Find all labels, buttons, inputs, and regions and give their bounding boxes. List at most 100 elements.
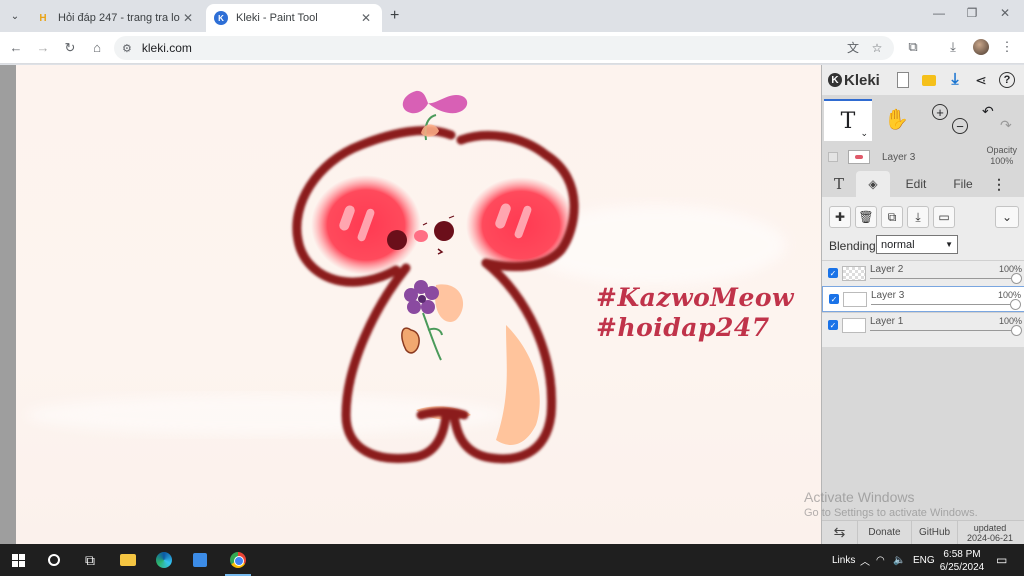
bookmark-star-icon[interactable]: ☆ xyxy=(868,40,886,56)
task-view-button[interactable]: ⧉ xyxy=(72,544,108,576)
text-tool-button[interactable]: T ⌄ xyxy=(824,99,872,141)
close-window-icon[interactable]: ✕ xyxy=(988,6,1022,20)
duplicate-icon: ⧉ xyxy=(887,209,897,224)
redo-icon[interactable]: ↷ xyxy=(1000,117,1012,134)
github-link[interactable]: GitHub xyxy=(912,520,958,545)
notifications-icon[interactable]: ▭ xyxy=(996,544,1007,576)
layer-thumbnail xyxy=(842,318,866,333)
layer-thumbnail xyxy=(842,266,866,281)
watermark-subtitle: Go to Settings to activate Windows. xyxy=(804,507,978,519)
panel-tabs: T ◈ Edit File ⋮ xyxy=(822,171,1024,197)
network-icon[interactable]: ◠ xyxy=(876,544,885,576)
canvas-viewport[interactable]: #KazwoMeow #hoidap247 xyxy=(0,65,821,544)
updated-info[interactable]: updated 2024-06-21 xyxy=(958,521,1022,545)
reload-icon[interactable]: ↻ xyxy=(61,39,79,57)
undo-icon[interactable]: ↶ xyxy=(982,103,994,120)
download-icon: ⤓ xyxy=(951,71,959,88)
restore-icon[interactable]: ❐ xyxy=(955,6,989,20)
hashtag-text: #KazwoMeow #hoidap247 xyxy=(596,283,794,343)
save-image-button[interactable]: ⤓ xyxy=(942,65,968,95)
start-button[interactable] xyxy=(0,544,36,576)
address-bar[interactable]: ⚙ kleki.com 文 ☆ xyxy=(114,36,894,60)
kleki-logo-text: Kleki xyxy=(844,71,880,89)
tab-text-tool[interactable]: T xyxy=(822,171,856,197)
open-image-button[interactable] xyxy=(916,65,942,95)
new-image-button[interactable] xyxy=(890,65,916,95)
panel-header: K Kleki ⤓ ⋖ ? xyxy=(822,65,1024,95)
blending-select[interactable]: normal ▼ xyxy=(876,235,958,254)
layer-opacity-track[interactable] xyxy=(871,304,1016,305)
layer-visibility-checkbox[interactable]: ✓ xyxy=(828,320,838,330)
layer-opacity-slider[interactable] xyxy=(1010,299,1021,310)
merge-down-icon: ⤓ xyxy=(915,209,921,224)
zoom-out-icon[interactable]: − xyxy=(952,118,968,134)
volume-icon[interactable]: 🔈 xyxy=(893,544,905,576)
zoom-in-icon[interactable]: + xyxy=(932,104,948,120)
search-button[interactable] xyxy=(36,544,72,576)
layer-visibility-checkbox[interactable]: ✓ xyxy=(828,268,838,278)
tab-close-icon[interactable]: ✕ xyxy=(358,11,374,25)
layer-opacity-track[interactable] xyxy=(870,278,1017,279)
chevron-down-icon[interactable]: ⌄ xyxy=(860,128,868,139)
extensions-icon[interactable]: ⧉ xyxy=(904,39,922,55)
downloads-icon[interactable]: ⤓ xyxy=(944,39,962,55)
hand-tool-icon[interactable]: ✋ xyxy=(884,107,909,132)
tab-hoidap247[interactable]: H Hỏi đáp 247 - trang tra loi ✕ xyxy=(28,4,204,32)
tray-overflow-icon[interactable]: ︿ xyxy=(860,544,870,576)
layer-opacity-track[interactable] xyxy=(870,330,1017,331)
home-icon[interactable]: ⌂ xyxy=(88,39,106,57)
share-button[interactable]: ⋖ xyxy=(968,65,994,95)
swap-side-icon[interactable]: ⇆ xyxy=(822,520,858,545)
rename-layer-button[interactable]: ▭ xyxy=(933,206,955,228)
menu-kebab-icon[interactable]: ⋮ xyxy=(998,39,1016,55)
donate-link[interactable]: Donate xyxy=(858,520,912,545)
merge-layer-button[interactable]: ⤓ xyxy=(907,206,929,228)
opacity-label: Opacity xyxy=(986,145,1017,155)
site-info-icon[interactable]: ⚙ xyxy=(122,42,132,55)
tab-edit[interactable]: Edit xyxy=(890,171,942,197)
edge-button[interactable] xyxy=(146,544,182,576)
profile-avatar[interactable] xyxy=(973,39,989,55)
kleki-logo[interactable]: K Kleki xyxy=(822,72,890,89)
kleki-logo-icon: K xyxy=(828,73,842,87)
browser-tabstrip: ⌄ H Hỏi đáp 247 - trang tra loi ✕ K Klek… xyxy=(0,0,1024,32)
chrome-button[interactable] xyxy=(220,544,256,576)
windows-logo-icon xyxy=(11,553,25,567)
task-view-icon: ⧉ xyxy=(85,551,95,568)
back-icon[interactable]: ← xyxy=(7,39,25,57)
tab-kleki[interactable]: K Kleki - Paint Tool ✕ xyxy=(206,4,382,32)
rename-icon: ▭ xyxy=(938,210,950,224)
minimize-icon[interactable]: — xyxy=(922,6,956,20)
layer-name: Layer 3 xyxy=(871,290,905,301)
tab-close-icon[interactable]: ✕ xyxy=(180,11,196,25)
links-toolbar[interactable]: Links xyxy=(832,544,855,576)
delete-layer-button[interactable]: 🗑 xyxy=(855,206,877,228)
layer-row-layer-2[interactable]: ✓ Layer 2 100% xyxy=(822,260,1024,286)
file-explorer-button[interactable] xyxy=(110,544,146,576)
more-options-icon[interactable]: ⋮ xyxy=(984,171,1014,197)
add-layer-button[interactable]: ✚ xyxy=(829,206,851,228)
layer-dropdown-button[interactable]: ⌄ xyxy=(995,206,1019,228)
new-tab-icon[interactable]: + xyxy=(390,7,399,25)
layers-icon: ◈ xyxy=(868,177,878,191)
layer-row-layer-1[interactable]: ✓ Layer 1 100% xyxy=(822,312,1024,338)
blending-label: Blending xyxy=(829,239,876,253)
tab-search-chevron-icon[interactable]: ⌄ xyxy=(6,7,24,25)
hoidap-favicon-icon: H xyxy=(39,12,47,24)
layer-opacity-slider[interactable] xyxy=(1011,325,1022,336)
forward-icon[interactable]: → xyxy=(34,39,52,57)
help-button[interactable]: ? xyxy=(994,65,1020,95)
tab-file[interactable]: File xyxy=(942,171,984,197)
language-indicator[interactable]: ENG xyxy=(913,544,935,576)
drawing-canvas[interactable]: #KazwoMeow #hoidap247 xyxy=(16,65,821,544)
duplicate-layer-button[interactable]: ⧉ xyxy=(881,206,903,228)
layer-opacity-slider[interactable] xyxy=(1011,273,1022,284)
taskbar-clock[interactable]: 6:58 PM 6/25/2024 xyxy=(938,548,986,574)
layer-visibility-checkbox[interactable]: ✓ xyxy=(829,294,839,304)
layer-row-layer-3[interactable]: ✓ Layer 3 100% xyxy=(822,286,1024,312)
kleki-favicon-icon: K xyxy=(214,11,228,25)
translate-icon[interactable]: 文 xyxy=(844,40,862,56)
browser-toolbar: ← → ↻ ⌂ ⚙ kleki.com 文 ☆ ⧉ ⤓ ⋮ xyxy=(0,32,1024,64)
store-button[interactable] xyxy=(182,544,218,576)
tab-layers[interactable]: ◈ xyxy=(856,171,890,197)
